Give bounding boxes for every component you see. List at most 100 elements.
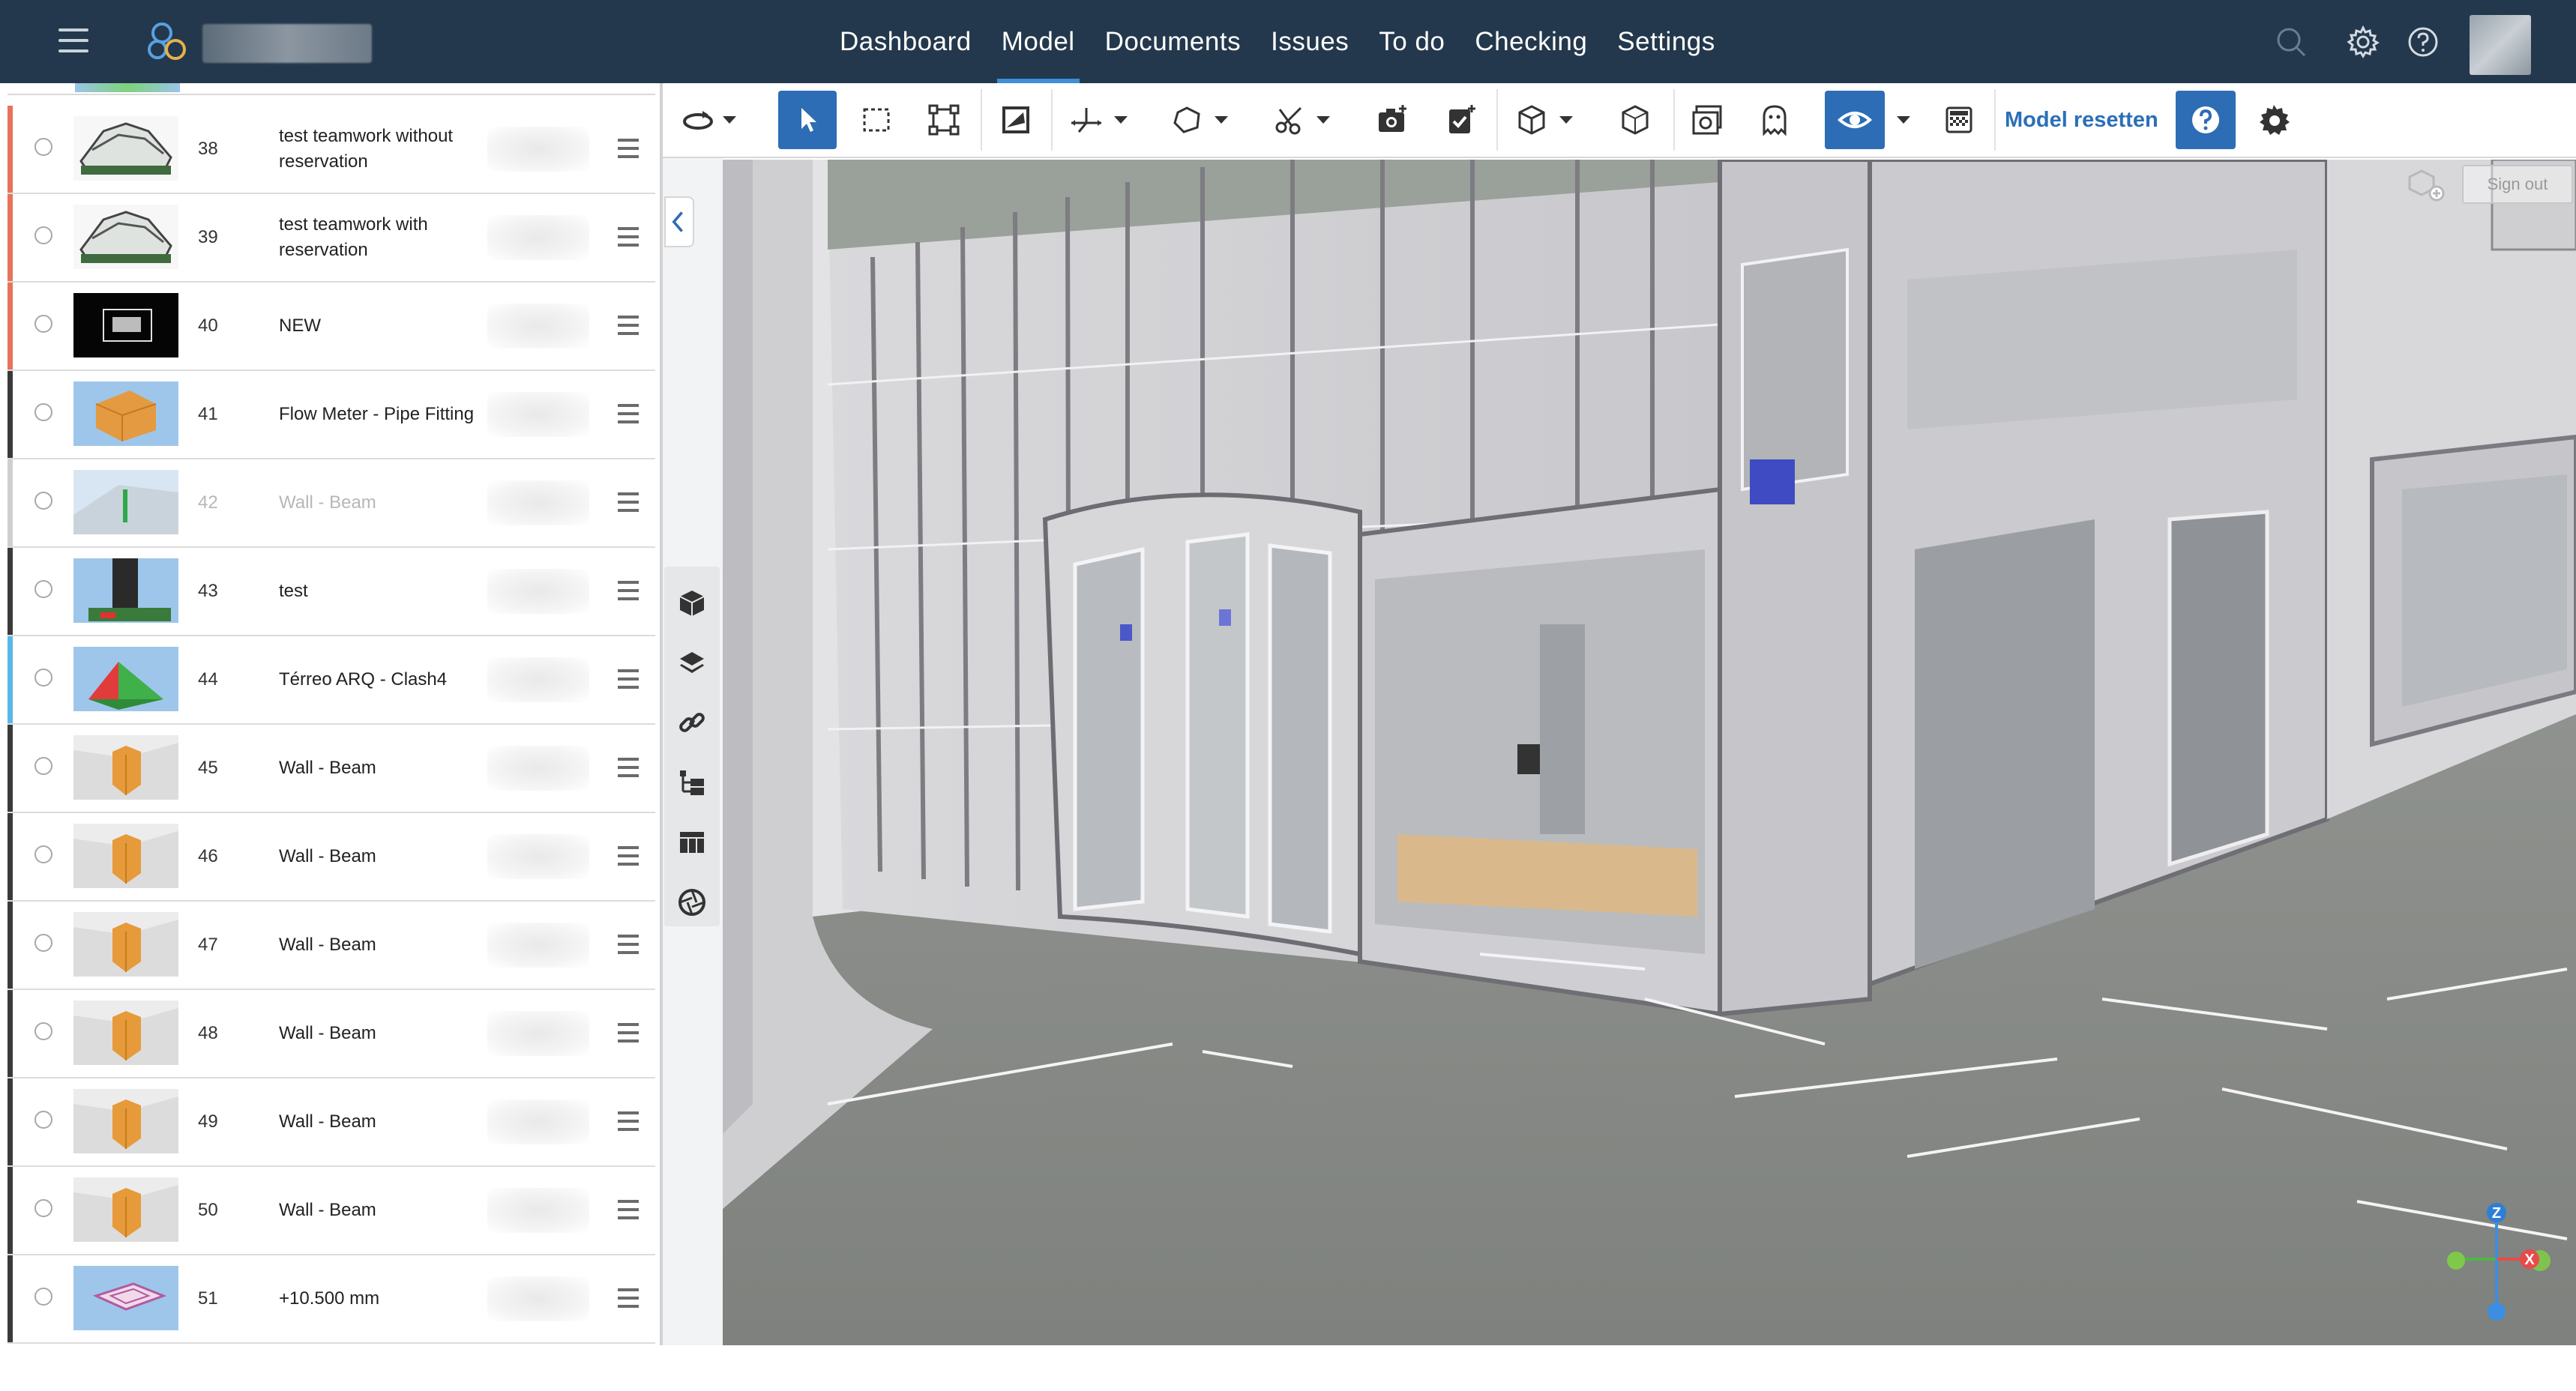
select-radio[interactable]	[34, 403, 52, 421]
drag-handle-icon[interactable]	[618, 669, 639, 689]
model-row[interactable]: 45 Wall - Beam	[7, 725, 655, 813]
nav-tab-settings[interactable]: Settings	[1602, 0, 1730, 83]
select-radio[interactable]	[34, 757, 52, 775]
task-tool[interactable]	[1441, 83, 1481, 157]
app-logo[interactable]	[147, 21, 190, 63]
drag-handle-icon[interactable]	[618, 846, 639, 866]
drag-handle-icon[interactable]	[618, 227, 639, 247]
shape-tool[interactable]	[1167, 83, 1207, 157]
reset-model-button[interactable]: Model resetten	[2005, 83, 2158, 157]
section-plane-tool[interactable]	[996, 83, 1036, 157]
select-radio[interactable]	[34, 1288, 52, 1306]
clipping-tool[interactable]	[1270, 83, 1310, 157]
model-row[interactable]: 42 Wall - Beam	[7, 459, 655, 548]
select-radio[interactable]	[34, 580, 52, 598]
negative-x-handle[interactable]	[2447, 1252, 2465, 1270]
snapshot-tool[interactable]	[1372, 83, 1412, 157]
isolate-tool[interactable]	[1615, 83, 1655, 157]
search-icon[interactable]	[2275, 25, 2308, 58]
table-icon[interactable]	[677, 827, 707, 857]
view-cube-tool[interactable]	[1511, 83, 1552, 157]
select-radio[interactable]	[34, 934, 52, 952]
drag-handle-icon[interactable]	[618, 758, 639, 777]
gear-icon[interactable]	[2347, 25, 2380, 58]
select-tool[interactable]	[778, 91, 837, 149]
aperture-icon[interactable]	[677, 887, 707, 917]
model-row[interactable]: 47 Wall - Beam	[7, 902, 655, 990]
model-row[interactable]: 48 Wall - Beam	[7, 990, 655, 1078]
xray-tool[interactable]	[1687, 83, 1727, 157]
caret-down-icon	[1897, 116, 1910, 124]
side-tool-group	[664, 567, 720, 926]
menu-icon[interactable]	[58, 28, 88, 55]
select-radio[interactable]	[34, 1111, 52, 1129]
measure-tool[interactable]	[1066, 83, 1107, 157]
drag-handle-icon[interactable]	[618, 1111, 639, 1131]
model-row[interactable]: 39 test teamwork with reservation	[7, 194, 655, 283]
drag-handle-icon[interactable]	[618, 581, 639, 600]
model-row[interactable]: 49 Wall - Beam	[7, 1078, 655, 1167]
nav-tab-issues[interactable]: Issues	[1256, 0, 1364, 83]
viewer-settings-button[interactable]	[2254, 83, 2294, 157]
visibility-tool[interactable]	[1825, 91, 1885, 149]
3d-model-viewport[interactable]	[723, 160, 2576, 1345]
user-avatar[interactable]	[2470, 15, 2531, 75]
measure-dropdown[interactable]	[1110, 83, 1132, 157]
shape-dropdown[interactable]	[1210, 83, 1233, 157]
model-row[interactable]: 43 test	[7, 548, 655, 636]
select-radio[interactable]	[34, 492, 52, 510]
sign-out-button[interactable]: Sign out	[2462, 165, 2573, 204]
select-radio[interactable]	[34, 226, 52, 244]
collapse-panel-button[interactable]	[664, 196, 694, 247]
nav-tab-dashboard[interactable]: Dashboard	[825, 0, 987, 83]
bim-scene-render	[723, 160, 2576, 1345]
view-cube-dropdown[interactable]	[1555, 83, 1577, 157]
box-select-tool[interactable]	[856, 83, 897, 157]
orbit-dropdown[interactable]	[718, 83, 741, 157]
layers-icon[interactable]	[677, 648, 707, 678]
drag-handle-icon[interactable]	[618, 1200, 639, 1219]
model-row[interactable]: 44 Térreo ARQ - Clash4	[7, 636, 655, 725]
cube-icon[interactable]	[677, 588, 707, 618]
link-icon[interactable]	[677, 707, 707, 737]
fit-view-tool[interactable]	[924, 83, 964, 157]
status-color-bar	[7, 902, 13, 989]
select-radio[interactable]	[34, 669, 52, 687]
drag-handle-icon[interactable]	[618, 492, 639, 512]
model-row[interactable]: 38 test teamwork without reservation	[7, 106, 655, 194]
select-radio[interactable]	[34, 1022, 52, 1040]
nav-tab-model[interactable]: Model	[987, 0, 1090, 83]
drag-handle-icon[interactable]	[618, 404, 639, 423]
caret-down-icon	[1559, 116, 1573, 124]
drag-handle-icon[interactable]	[618, 935, 639, 954]
model-row[interactable]: 46 Wall - Beam	[7, 813, 655, 902]
model-row[interactable]: 41 Flow Meter - Pipe Fitting	[7, 371, 655, 459]
drag-handle-icon[interactable]	[618, 139, 639, 158]
visibility-dropdown[interactable]	[1892, 83, 1915, 157]
drag-handle-icon[interactable]	[618, 316, 639, 335]
select-radio[interactable]	[34, 845, 52, 863]
orbit-tool[interactable]	[678, 83, 718, 157]
select-radio[interactable]	[34, 138, 52, 156]
axis-gizmo[interactable]: Z X	[2437, 1192, 2557, 1327]
nav-tab-checking[interactable]: Checking	[1460, 0, 1602, 83]
model-row[interactable]: 51 +10.500 mm	[7, 1255, 655, 1344]
ghost-tool[interactable]	[1754, 83, 1795, 157]
clipping-dropdown[interactable]	[1312, 83, 1334, 157]
model-number: 45	[198, 758, 218, 778]
transparency-tool[interactable]	[1939, 83, 1979, 157]
help-button[interactable]	[2176, 91, 2236, 149]
negative-z-handle[interactable]	[2488, 1303, 2506, 1321]
select-radio[interactable]	[34, 1199, 52, 1217]
add-model-icon[interactable]	[2407, 166, 2446, 202]
select-radio[interactable]	[34, 315, 52, 333]
help-icon[interactable]	[2407, 25, 2440, 58]
nav-tab-documents[interactable]: Documents	[1090, 0, 1257, 83]
status-color-bar	[7, 548, 13, 635]
nav-tab-todo[interactable]: To do	[1364, 0, 1460, 83]
tree-structure-icon[interactable]	[677, 767, 707, 797]
drag-handle-icon[interactable]	[618, 1288, 639, 1308]
model-row[interactable]: 40 NEW	[7, 283, 655, 371]
drag-handle-icon[interactable]	[618, 1023, 639, 1043]
model-row[interactable]: 50 Wall - Beam	[7, 1167, 655, 1255]
